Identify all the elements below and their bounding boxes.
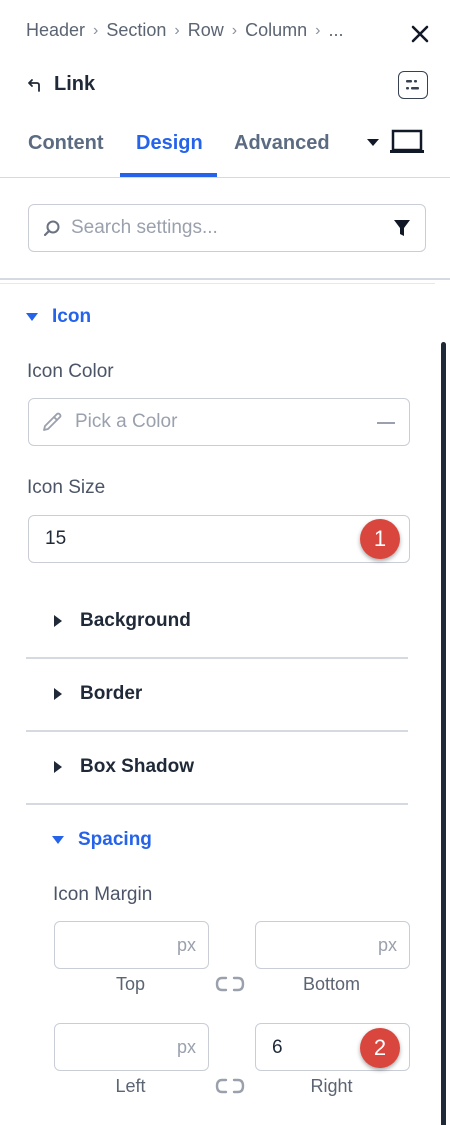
- unit-label: px: [377, 935, 397, 955]
- section-title: Spacing: [78, 829, 152, 850]
- margin-left-input[interactable]: px: [54, 1023, 209, 1071]
- border-section-toggle[interactable]: Border: [52, 683, 142, 705]
- search-icon: [43, 220, 60, 237]
- back-to-module[interactable]: Link: [26, 73, 95, 96]
- back-arrow-icon: [28, 78, 40, 92]
- eyedropper-icon: [43, 412, 62, 431]
- tokens-icon: [406, 80, 419, 90]
- margin-bottom-input[interactable]: px: [255, 921, 410, 969]
- module-title: Link: [54, 73, 96, 95]
- caret-right-icon: [54, 615, 62, 627]
- background-section-toggle[interactable]: Background: [52, 610, 191, 632]
- chevron-right-icon: ›: [93, 21, 99, 39]
- dynamic-tokens-button[interactable]: [398, 71, 428, 99]
- margin-bottom-label: Bottom: [302, 974, 361, 994]
- breadcrumb-item-header[interactable]: Header: [26, 20, 85, 41]
- link-values-icon[interactable]: [215, 975, 245, 993]
- icon-color-label: Icon Color: [27, 361, 114, 382]
- section-title: Box Shadow: [80, 756, 195, 777]
- section-title: Icon: [52, 306, 92, 327]
- annotation-badge-1: 1: [360, 519, 400, 559]
- device-selector[interactable]: [366, 128, 424, 156]
- unit-label: px: [176, 935, 196, 955]
- caret-right-icon: [54, 688, 62, 700]
- tab-design[interactable]: Design: [136, 132, 203, 155]
- link-values-icon[interactable]: [215, 1077, 245, 1095]
- box-shadow-section-toggle[interactable]: Box Shadow: [52, 756, 194, 778]
- caret-down-icon: [367, 139, 379, 146]
- caret-down-icon: [52, 836, 64, 844]
- filter-button[interactable]: [393, 218, 411, 243]
- icon-size-label: Icon Size: [27, 477, 106, 498]
- margin-right-value: 6: [272, 1037, 283, 1058]
- divider: [26, 803, 408, 805]
- breadcrumb-item-column[interactable]: Column: [245, 20, 307, 41]
- margin-left-label: Left: [115, 1076, 146, 1096]
- clear-color-button[interactable]: [377, 422, 395, 424]
- close-icon: [411, 25, 429, 43]
- breadcrumb-item-more[interactable]: ...: [328, 20, 343, 41]
- scrollbar[interactable]: [441, 342, 446, 1125]
- breadcrumb: Header › Section › Row › Column › ...: [26, 20, 343, 41]
- chevron-right-icon: ›: [174, 21, 180, 39]
- annotation-badge-2: 2: [360, 1028, 400, 1068]
- icon-size-value: 15: [45, 528, 67, 549]
- divider: [0, 278, 450, 280]
- icon-color-picker[interactable]: Pick a Color: [28, 398, 410, 446]
- divider: [26, 730, 408, 732]
- divider: [0, 283, 435, 284]
- caret-right-icon: [54, 761, 62, 773]
- icon-margin-label: Icon Margin: [53, 884, 153, 905]
- caret-down-icon: [26, 313, 38, 321]
- chevron-right-icon: ›: [315, 21, 321, 39]
- desktop-icon: [390, 129, 424, 153]
- breadcrumb-item-section[interactable]: Section: [106, 20, 166, 41]
- icon-size-input[interactable]: 15: [28, 515, 410, 563]
- tab-advanced[interactable]: Advanced: [234, 132, 330, 155]
- unit-label: px: [176, 1037, 196, 1057]
- chevron-right-icon: ›: [231, 21, 238, 39]
- margin-right-label: Right: [310, 1076, 353, 1096]
- margin-top-label: Top: [115, 974, 146, 994]
- margin-top-input[interactable]: px: [54, 921, 209, 969]
- color-placeholder: Pick a Color: [75, 411, 178, 432]
- spacing-section-toggle[interactable]: Spacing: [52, 829, 152, 851]
- search-settings-field: [28, 204, 426, 252]
- search-input[interactable]: [71, 217, 371, 239]
- breadcrumb-item-row[interactable]: Row: [188, 20, 224, 41]
- section-title: Border: [80, 683, 143, 704]
- icon-section-toggle[interactable]: Icon: [26, 306, 91, 328]
- filter-icon: [394, 220, 410, 236]
- section-title: Background: [80, 610, 191, 631]
- divider: [26, 657, 408, 659]
- active-tab-indicator: [120, 173, 217, 177]
- tab-content[interactable]: Content: [28, 132, 104, 155]
- close-button[interactable]: [406, 20, 434, 48]
